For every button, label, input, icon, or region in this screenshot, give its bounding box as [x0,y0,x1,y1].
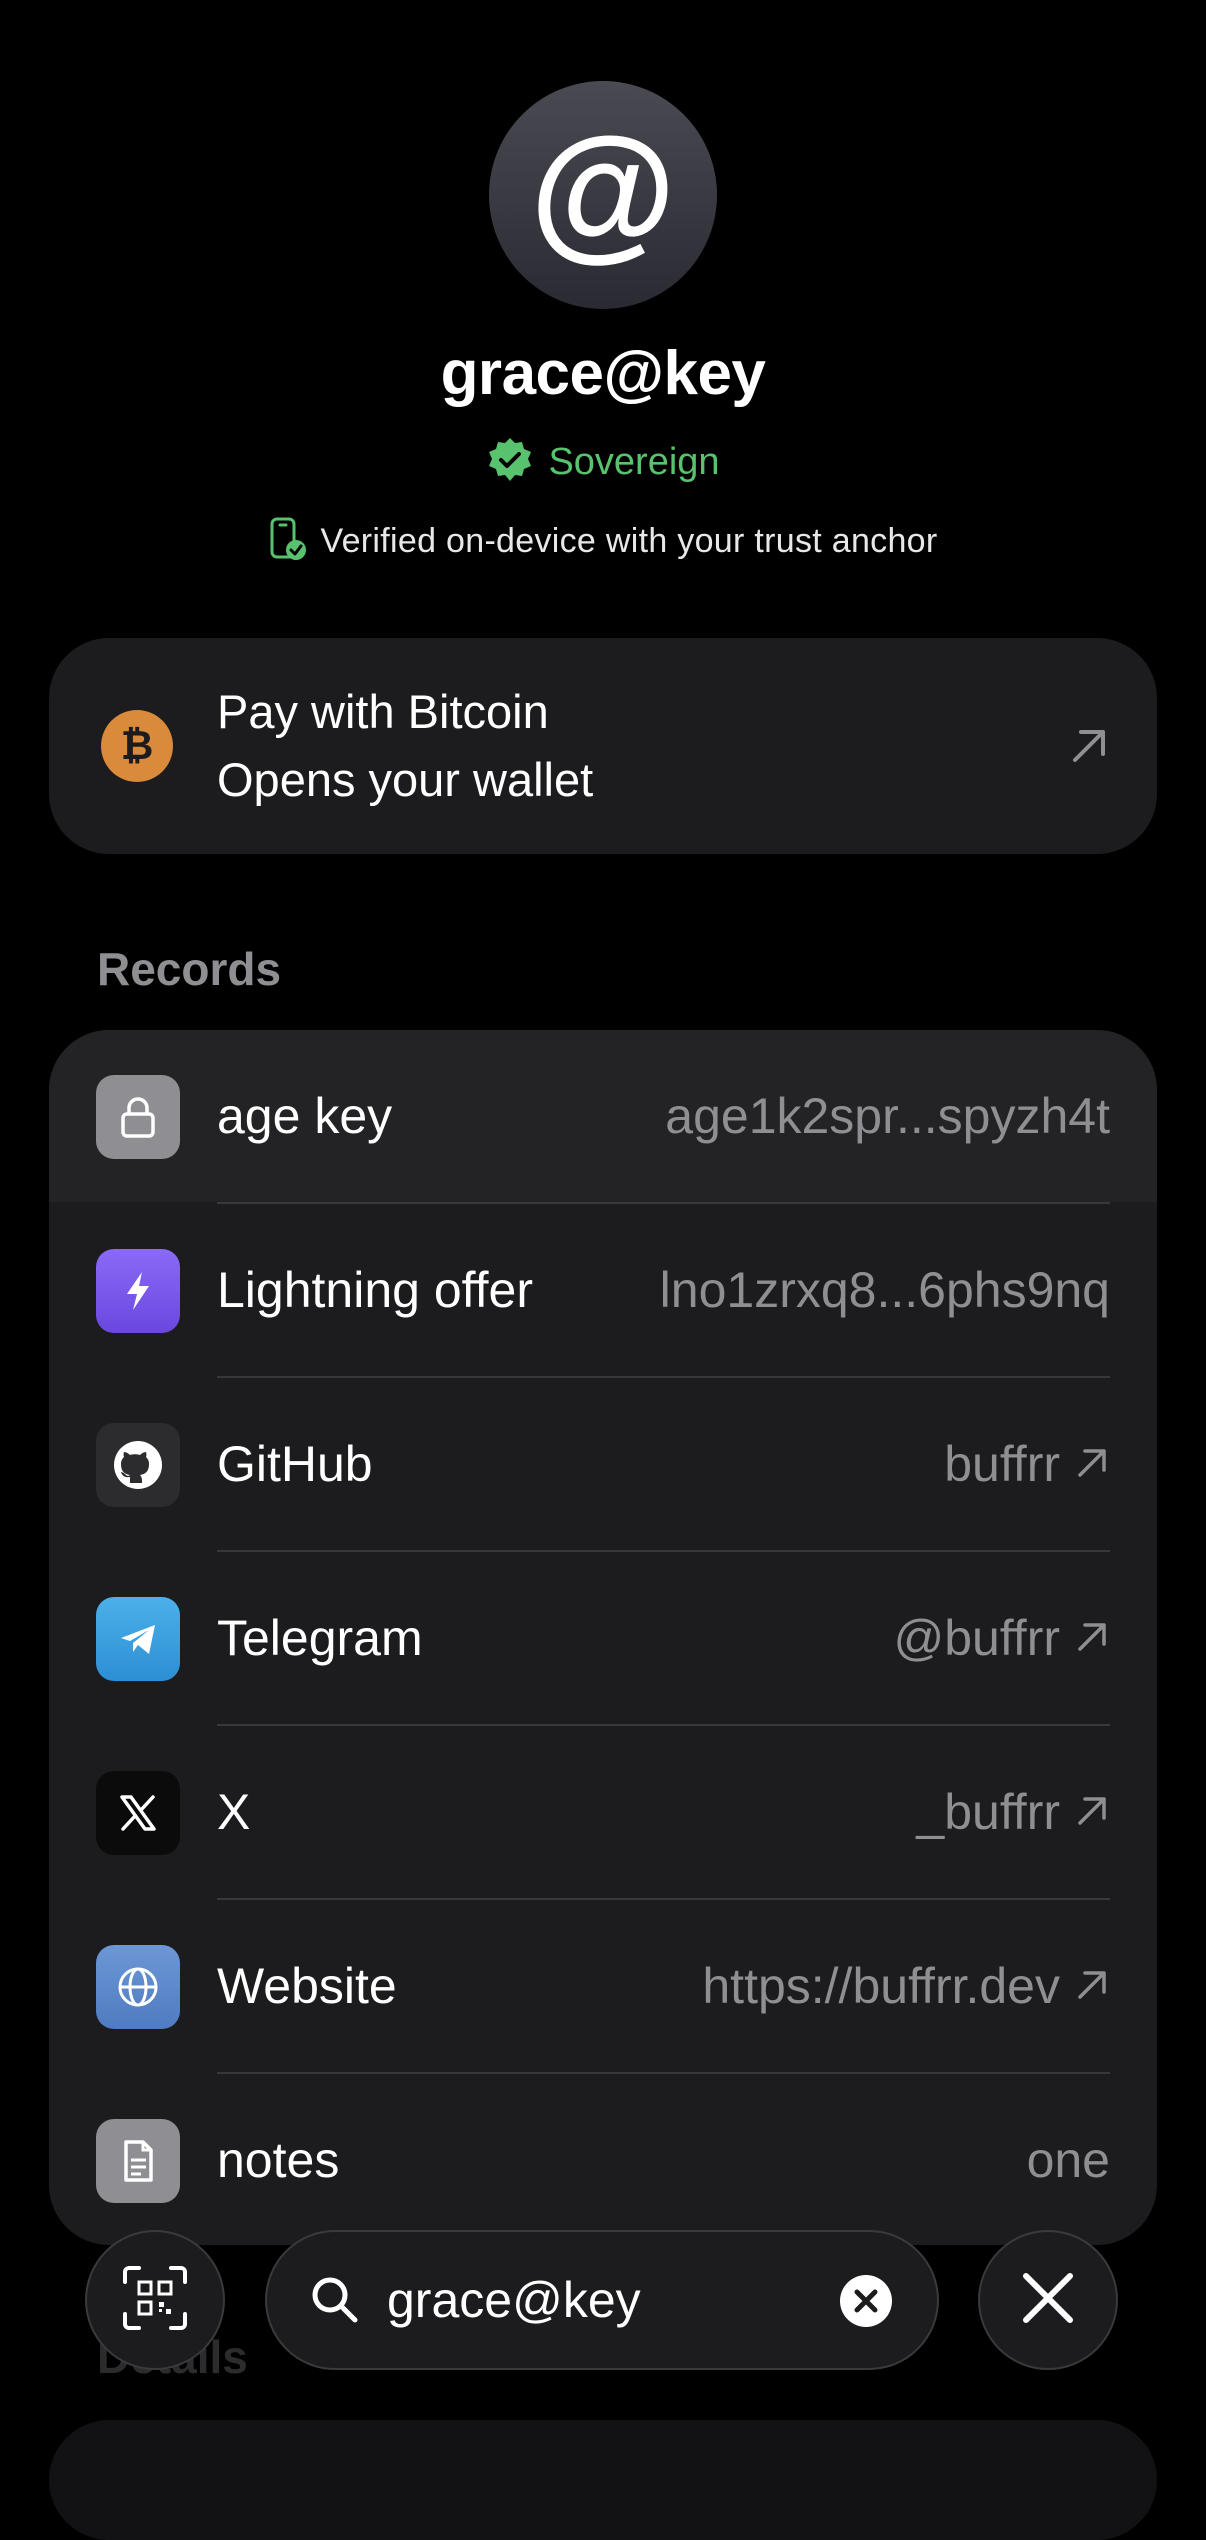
arrow-up-right-icon [1074,1783,1110,1841]
telegram-icon [96,1597,180,1681]
records-list: age key age1k2spr...spyzh4t Lightning of… [49,1030,1157,2245]
profile-name: grace@key [440,339,766,408]
qr-scan-icon [119,2262,191,2339]
record-value: https://buffrr.dev [702,1958,1060,2014]
record-label: age key [217,1088,393,1144]
pay-title: Pay with Bitcoin [217,685,549,738]
pay-with-bitcoin-button[interactable]: ₿ Pay with Bitcoin Opens your wallet [49,638,1157,854]
close-icon [1018,2268,1078,2333]
arrow-up-right-icon [1074,1435,1110,1493]
status-badge-label: Sovereign [548,441,720,483]
at-sign-icon: @ [529,106,677,274]
record-label: Telegram [217,1610,423,1666]
globe-icon [96,1945,180,2029]
lightning-bolt-icon [96,1249,180,1333]
record-label: GitHub [217,1436,373,1492]
record-row-website[interactable]: Website https://buffrr.dev [49,1900,1157,2074]
record-value: _buffrr [916,1784,1060,1840]
records-section-label: Records [97,943,282,995]
pay-subtitle: Opens your wallet [217,753,594,806]
record-label: X [217,1784,251,1840]
record-row-x[interactable]: X _buffrr [49,1726,1157,1900]
record-row-lightning-offer[interactable]: Lightning offer lno1zrxq8...6phs9nq [49,1204,1157,1378]
record-label: notes [217,2132,340,2188]
record-row-telegram[interactable]: Telegram @buffrr [49,1552,1157,1726]
search-bar[interactable] [265,2230,939,2370]
record-row-notes[interactable]: notes one [49,2074,1157,2245]
record-value: age1k2spr...spyzh4t [665,1088,1110,1144]
search-icon [307,2272,363,2333]
verification-text: Verified on-device with your trust ancho… [320,522,938,560]
clear-search-button[interactable] [839,2274,893,2333]
close-button[interactable] [978,2230,1118,2370]
status-badge: Sovereign [0,436,1206,489]
avatar: @ [489,81,717,309]
record-label: Website [217,1958,397,2014]
phone-check-icon [268,516,308,567]
details-card [49,2420,1157,2540]
qr-scan-button[interactable] [85,2230,225,2370]
arrow-up-right-icon [1074,1609,1110,1667]
document-icon [96,2119,180,2203]
verification-note: Verified on-device with your trust ancho… [0,516,1206,567]
arrow-up-right-icon [1074,1957,1110,2015]
lock-icon [96,1075,180,1159]
record-value: lno1zrxq8...6phs9nq [659,1262,1110,1318]
record-value: buffrr [944,1436,1060,1492]
record-row-github[interactable]: GitHub buffrr [49,1378,1157,1552]
record-value: @buffrr [893,1610,1060,1666]
record-label: Lightning offer [217,1262,533,1318]
verified-seal-icon [486,436,534,489]
github-icon [96,1423,180,1507]
record-row-age-key[interactable]: age key age1k2spr...spyzh4t [49,1030,1157,1204]
arrow-up-right-icon [1067,724,1111,773]
record-value: one [1026,2132,1110,2188]
bitcoin-icon: ₿ [101,710,173,782]
x-logo-icon [96,1771,180,1855]
search-input[interactable] [387,2267,797,2333]
